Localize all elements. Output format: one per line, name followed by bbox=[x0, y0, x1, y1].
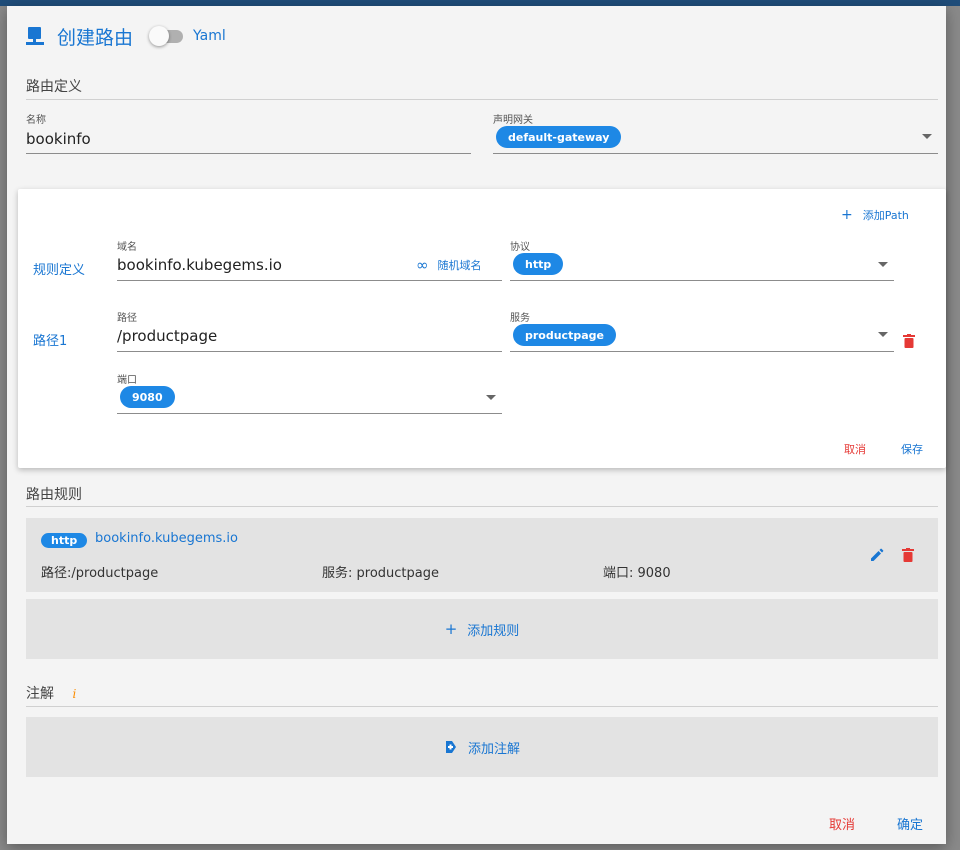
route-definition-title: 路由定义 bbox=[26, 79, 82, 95]
plus-icon: + bbox=[841, 207, 853, 223]
name-field-label: 名称 bbox=[26, 115, 46, 126]
add-path-label: 添加Path bbox=[862, 209, 909, 222]
random-domain-button[interactable]: ∞ 随机域名 bbox=[416, 256, 482, 274]
rule-port: 端口: 9080 bbox=[603, 566, 671, 581]
bookmark-add-icon bbox=[444, 740, 458, 754]
create-route-dialog: 创建路由 Yaml 路由定义 名称 bookinfo 声明网关 default-… bbox=[7, 6, 946, 844]
protocol-chip: http bbox=[513, 253, 564, 275]
name-field-value: bookinfo bbox=[26, 130, 91, 148]
dialog-title: 创建路由 bbox=[57, 26, 134, 49]
route-rule-item: http bookinfo.kubegems.io 路径:/productpag… bbox=[26, 518, 938, 592]
computer-icon bbox=[25, 25, 45, 47]
annotations-title: 注解 i bbox=[26, 686, 77, 702]
yaml-toggle[interactable] bbox=[149, 26, 185, 46]
path-field-label: 路径 bbox=[117, 313, 137, 324]
protocol-select[interactable]: 协议 http bbox=[510, 238, 894, 281]
rule-service: 服务: productpage bbox=[322, 566, 439, 581]
add-annotation-label: 添加注解 bbox=[467, 741, 520, 757]
add-rule-label: 添加规则 bbox=[467, 623, 520, 639]
rule-path: 路径:/productpage bbox=[41, 566, 159, 581]
add-rule-button[interactable]: + 添加规则 bbox=[26, 599, 938, 659]
dialog-header: 创建路由 Yaml bbox=[25, 20, 226, 52]
chevron-down-icon bbox=[878, 262, 888, 267]
port-select[interactable]: 端口 9080 bbox=[117, 371, 502, 414]
delete-rule-trash-icon[interactable] bbox=[902, 547, 914, 566]
divider bbox=[26, 506, 938, 507]
yaml-toggle-label: Yaml bbox=[193, 28, 226, 44]
rule-host: bookinfo.kubegems.io bbox=[95, 531, 238, 546]
card-save-button[interactable]: 保存 bbox=[901, 441, 923, 457]
divider bbox=[26, 706, 938, 707]
dialog-confirm-button[interactable]: 确定 bbox=[897, 814, 923, 833]
protocol-select-label: 协议 bbox=[510, 242, 530, 253]
domain-field-label: 域名 bbox=[117, 242, 137, 253]
path-row-label: 路径1 bbox=[33, 334, 68, 349]
edit-pencil-icon[interactable] bbox=[870, 547, 884, 566]
card-cancel-button[interactable]: 取消 bbox=[844, 441, 866, 457]
rule-definition-label: 规则定义 bbox=[33, 263, 86, 278]
random-domain-label: 随机域名 bbox=[437, 259, 482, 272]
name-field[interactable]: 名称 bookinfo bbox=[26, 111, 471, 154]
gateway-chip: default-gateway bbox=[496, 126, 622, 148]
rule-protocol-chip: http bbox=[41, 533, 88, 548]
gateway-select[interactable]: 声明网关 default-gateway bbox=[493, 111, 938, 154]
dialog-cancel-button[interactable]: 取消 bbox=[829, 814, 855, 833]
divider bbox=[26, 99, 938, 100]
chevron-down-icon bbox=[922, 134, 932, 139]
delete-path-trash-icon[interactable] bbox=[903, 333, 915, 352]
chevron-down-icon bbox=[878, 332, 888, 337]
info-icon: i bbox=[72, 687, 77, 701]
service-chip: productpage bbox=[513, 324, 616, 346]
path-field-value: /productpage bbox=[117, 327, 218, 345]
add-annotation-button[interactable]: 添加注解 bbox=[26, 717, 938, 777]
rule-editor-card: + 添加Path 规则定义 域名 bookinfo.kubegems.io ∞ … bbox=[18, 189, 946, 468]
add-path-button[interactable]: + 添加Path bbox=[841, 207, 909, 223]
path-field[interactable]: 路径 /productpage bbox=[117, 309, 502, 352]
infinity-icon: ∞ bbox=[416, 256, 429, 274]
service-select-label: 服务 bbox=[510, 313, 530, 324]
domain-field-value: bookinfo.kubegems.io bbox=[117, 256, 282, 274]
chevron-down-icon bbox=[486, 395, 496, 400]
plus-icon: + bbox=[444, 620, 458, 638]
service-select[interactable]: 服务 productpage bbox=[510, 309, 894, 352]
port-select-label: 端口 bbox=[117, 375, 137, 386]
route-rules-title: 路由规则 bbox=[26, 487, 82, 503]
gateway-select-label: 声明网关 bbox=[493, 115, 533, 126]
port-chip: 9080 bbox=[120, 386, 175, 408]
